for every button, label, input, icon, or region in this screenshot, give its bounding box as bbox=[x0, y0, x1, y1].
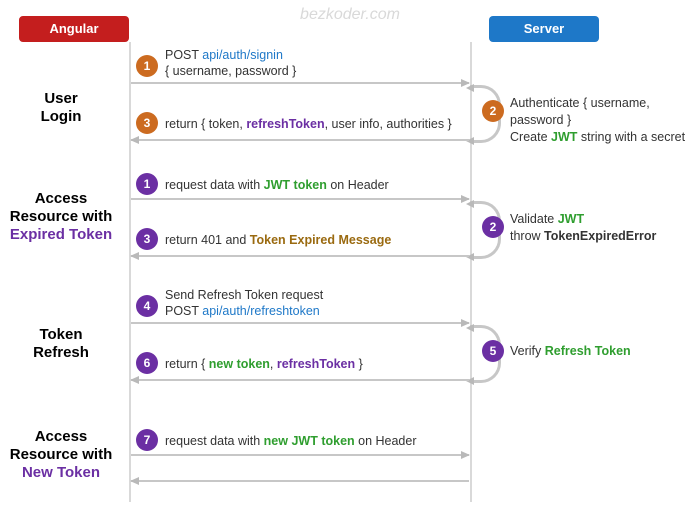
badge-step-r4: 4 bbox=[136, 295, 158, 317]
badge-step-n7: 7 bbox=[136, 429, 158, 451]
text-url: api/auth/signin bbox=[202, 48, 283, 62]
text: on Header bbox=[327, 178, 389, 192]
text: Verify bbox=[510, 344, 545, 358]
text: Send Refresh Token request bbox=[165, 288, 323, 302]
badge-step-1: 1 bbox=[136, 55, 158, 77]
msg-signin-response: return { token, refreshToken, user info,… bbox=[165, 117, 700, 133]
text-expired-msg: Token Expired Message bbox=[250, 233, 392, 247]
text: return { token, bbox=[165, 117, 246, 131]
arrow-right bbox=[131, 198, 469, 200]
text: { username, password } bbox=[165, 64, 296, 78]
text: POST bbox=[165, 304, 202, 318]
msg-request-expired: request data with JWT token on Header bbox=[165, 178, 700, 194]
section-text: Login bbox=[0, 108, 122, 126]
badge-step-3: 3 bbox=[136, 112, 158, 134]
lane-header-server: Server bbox=[489, 16, 599, 42]
section-text: Resource with bbox=[0, 208, 122, 226]
lifeline-angular bbox=[129, 42, 131, 502]
arrow-left bbox=[131, 480, 469, 482]
section-text: Expired Token bbox=[0, 226, 122, 244]
text-newjwt: new JWT token bbox=[264, 434, 355, 448]
badge-step-r6: 6 bbox=[136, 352, 158, 374]
text: Validate bbox=[510, 212, 558, 226]
section-text: Token bbox=[0, 326, 122, 344]
section-text: New Token bbox=[0, 464, 122, 482]
text: , bbox=[270, 357, 277, 371]
text-url: api/auth/refreshtoken bbox=[202, 304, 319, 318]
sequence-diagram: bezkoder.com Angular Server User Login P… bbox=[0, 0, 700, 510]
section-text: Access bbox=[0, 428, 122, 446]
msg-refresh-response: return { new token, refreshToken } bbox=[165, 357, 700, 373]
section-text: User bbox=[0, 90, 122, 108]
text: return { bbox=[165, 357, 209, 371]
section-user-login: User Login bbox=[0, 90, 122, 126]
text: POST bbox=[165, 48, 202, 62]
badge-step-a1: 1 bbox=[136, 173, 158, 195]
text-jwt: JWT token bbox=[264, 178, 327, 192]
msg-refresh-request: Send Refresh Token request POST api/auth… bbox=[165, 288, 700, 319]
section-text: Refresh bbox=[0, 344, 122, 362]
msg-401-response: return 401 and Token Expired Message bbox=[165, 233, 700, 249]
watermark: bezkoder.com bbox=[300, 6, 400, 24]
arrow-left bbox=[131, 255, 469, 257]
text: request data with bbox=[165, 178, 264, 192]
badge-step-a3: 3 bbox=[136, 228, 158, 250]
section-text: Resource with bbox=[0, 446, 122, 464]
section-access-new: Access Resource with New Token bbox=[0, 428, 122, 482]
text: on Header bbox=[355, 434, 417, 448]
msg-request-new: request data with new JWT token on Heade… bbox=[165, 434, 700, 450]
arrow-left bbox=[131, 139, 469, 141]
text: request data with bbox=[165, 434, 264, 448]
msg-signin-request: POST api/auth/signin { username, passwor… bbox=[165, 48, 700, 79]
arrow-right bbox=[131, 454, 469, 456]
section-text: Access bbox=[0, 190, 122, 208]
text-refreshtoken: refreshToken bbox=[277, 357, 355, 371]
section-access-expired: Access Resource with Expired Token bbox=[0, 190, 122, 244]
text-newtoken: new token bbox=[209, 357, 270, 371]
lane-header-angular: Angular bbox=[19, 16, 129, 42]
text-refreshtoken: refreshToken bbox=[246, 117, 324, 131]
text-refreshtoken: Refresh Token bbox=[545, 344, 631, 358]
arrow-left bbox=[131, 379, 469, 381]
text: } bbox=[355, 357, 363, 371]
section-token-refresh: Token Refresh bbox=[0, 326, 122, 362]
text-jwt: JWT bbox=[558, 212, 584, 226]
arrow-right bbox=[131, 322, 469, 324]
text: return 401 and bbox=[165, 233, 250, 247]
arrow-right bbox=[131, 82, 469, 84]
text: , user info, authorities } bbox=[325, 117, 452, 131]
